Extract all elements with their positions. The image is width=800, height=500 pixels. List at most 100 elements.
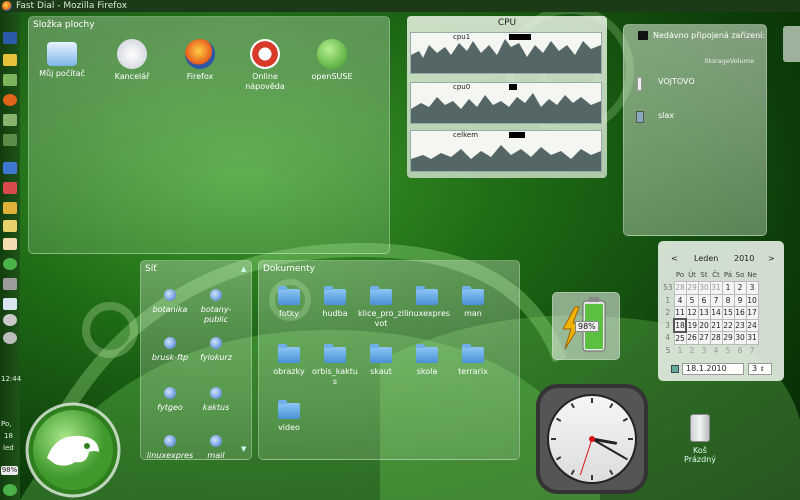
folder-icon <box>324 344 346 363</box>
folder-item[interactable]: obrazky <box>264 344 314 377</box>
network-item[interactable]: botanika <box>145 289 195 315</box>
info-icon[interactable] <box>3 332 17 344</box>
network-widget[interactable]: Síť ▲ ▼ botanika botany-public brusk-ftp… <box>140 260 252 460</box>
clipboard-icon[interactable] <box>3 238 17 250</box>
folder-icon <box>278 286 300 305</box>
globe-icon[interactable] <box>3 258 17 270</box>
device-notifier-widget[interactable]: Nedávno připojená zařízení: StorageVolum… <box>623 24 767 236</box>
analog-clock-widget[interactable] <box>534 382 650 496</box>
device-item-slax[interactable]: slax <box>658 111 674 120</box>
firefox-item[interactable]: Firefox <box>169 39 231 82</box>
flag-icon[interactable] <box>3 162 17 174</box>
mail-icon[interactable] <box>3 298 17 310</box>
globe-icon <box>210 435 222 447</box>
network-share-icon <box>210 289 222 301</box>
calendar-month[interactable]: Leden <box>694 254 718 263</box>
panel-clock[interactable]: 12:44 <box>1 375 21 384</box>
folder-icon <box>462 344 484 363</box>
network-icon[interactable] <box>3 134 17 146</box>
opensuse-menu-icon[interactable] <box>3 484 17 496</box>
network-item[interactable]: botany-public <box>191 289 241 325</box>
folder-item[interactable]: hudba <box>310 286 360 319</box>
firefox-icon[interactable] <box>3 94 17 106</box>
folder-item[interactable]: skola <box>402 344 452 377</box>
panel-date-day: Po, <box>1 420 12 428</box>
panel-battery[interactable]: 98% <box>1 466 18 475</box>
battery-widget[interactable]: 98% <box>552 292 620 360</box>
cpu-title: CPU <box>497 18 517 28</box>
opensuse-launcher-button[interactable] <box>25 402 121 498</box>
notes-icon[interactable] <box>3 220 17 232</box>
calendar-icon[interactable] <box>671 365 679 373</box>
next-month-button[interactable]: > <box>768 254 775 263</box>
globe-icon <box>164 337 176 349</box>
documents-widget[interactable]: Dokumenty fotky hudba klice_pro_zivot li… <box>258 260 520 460</box>
clock-icon <box>117 39 147 69</box>
opensuse-icon <box>317 39 347 69</box>
calendar-widget[interactable]: < Leden 2010 > Po Út St Čt Pá So Ne 53 28 29 30 31… <box>658 241 784 381</box>
star-icon[interactable] <box>3 54 17 66</box>
battery-percent: 98% <box>575 321 599 332</box>
folder-icon <box>370 344 392 363</box>
folder-item[interactable]: video <box>264 400 314 433</box>
folder-icon <box>462 286 484 305</box>
network-title: Síť <box>145 264 157 274</box>
window-titlebar[interactable]: Fast Dial - Mozilla Firefox <box>0 0 800 12</box>
devices-category: StorageVolume <box>704 57 754 65</box>
device-icon <box>638 31 648 40</box>
network-status-icon[interactable] <box>3 314 17 326</box>
folder-item[interactable]: fotky <box>264 286 314 319</box>
my-computer-item[interactable]: Můj počítač <box>31 39 93 79</box>
folder-item[interactable]: terrarix <box>448 344 498 377</box>
trash-label: Koš Prázdný <box>684 446 716 464</box>
week-spinbox[interactable]: 3 ⇕ <box>748 363 772 375</box>
desktop-folder-title: Složka plochy <box>33 20 95 30</box>
network-share-icon <box>210 337 222 349</box>
network-share-icon <box>164 435 176 447</box>
folder-item[interactable]: klice_pro_zivot <box>356 286 406 329</box>
network-item[interactable]: linuxexpres <box>145 435 195 461</box>
prev-month-button[interactable]: < <box>671 254 678 263</box>
network-item[interactable]: mail <box>191 435 241 461</box>
network-item[interactable]: fytgeo <box>145 387 195 413</box>
firefox-icon <box>185 39 215 69</box>
folder-item[interactable]: man <box>448 286 498 319</box>
help-lifebuoy-icon <box>250 39 280 69</box>
date-input[interactable]: 18.1.2010 <box>682 363 744 375</box>
panel-date-month: led <box>3 444 14 452</box>
calendar-year[interactable]: 2010 <box>734 254 754 263</box>
usb-drive-icon <box>636 111 644 123</box>
folder-icon <box>416 286 438 305</box>
folder-icon <box>278 344 300 363</box>
device-item-vojtovo[interactable]: VOJTOVO <box>658 77 695 86</box>
network-item[interactable]: kaktus <box>191 387 241 413</box>
folder-icon <box>278 400 300 419</box>
folder-icon <box>416 344 438 363</box>
cpu-monitor-widget[interactable]: CPU cpu1 cpu0 celkem <box>407 16 607 178</box>
scrollbar[interactable]: ▲ ▼ <box>241 265 249 453</box>
drive-icon[interactable] <box>3 114 17 126</box>
devices-title: Nedávno připojená zařízení: <box>653 31 766 40</box>
panel-toolbox-handle[interactable] <box>783 26 800 62</box>
folder-item[interactable]: linuxexpres <box>402 286 452 319</box>
documents-title: Dokumenty <box>263 264 315 274</box>
folder-item[interactable]: orbis_kaktus <box>310 344 360 387</box>
pen-icon[interactable] <box>3 278 17 290</box>
network-item[interactable]: brusk-ftp <box>145 337 195 363</box>
desktop-icon[interactable] <box>3 32 17 44</box>
desktop-folder-widget[interactable]: Složka plochy Můj počítač Kancelář Firef… <box>28 16 390 254</box>
cpu0-graph: cpu0 <box>410 82 602 124</box>
opensuse-item[interactable]: openSUSE <box>301 39 363 82</box>
panel-date-num: 18 <box>4 432 13 440</box>
trash-widget[interactable]: Koš Prázdný <box>676 414 724 474</box>
folder-item[interactable]: skaut <box>356 344 406 377</box>
window-title: Fast Dial - Mozilla Firefox <box>16 1 128 11</box>
online-help-item[interactable]: Online nápověda <box>234 39 296 92</box>
folder-icon[interactable] <box>3 202 17 214</box>
cpu-total-graph: celkem <box>410 130 602 172</box>
shield-icon[interactable] <box>3 182 17 194</box>
globe-icon <box>210 387 222 399</box>
office-item[interactable]: Kancelář <box>101 39 163 82</box>
network-item[interactable]: fylokurz <box>191 337 241 363</box>
home-icon[interactable] <box>3 74 17 86</box>
